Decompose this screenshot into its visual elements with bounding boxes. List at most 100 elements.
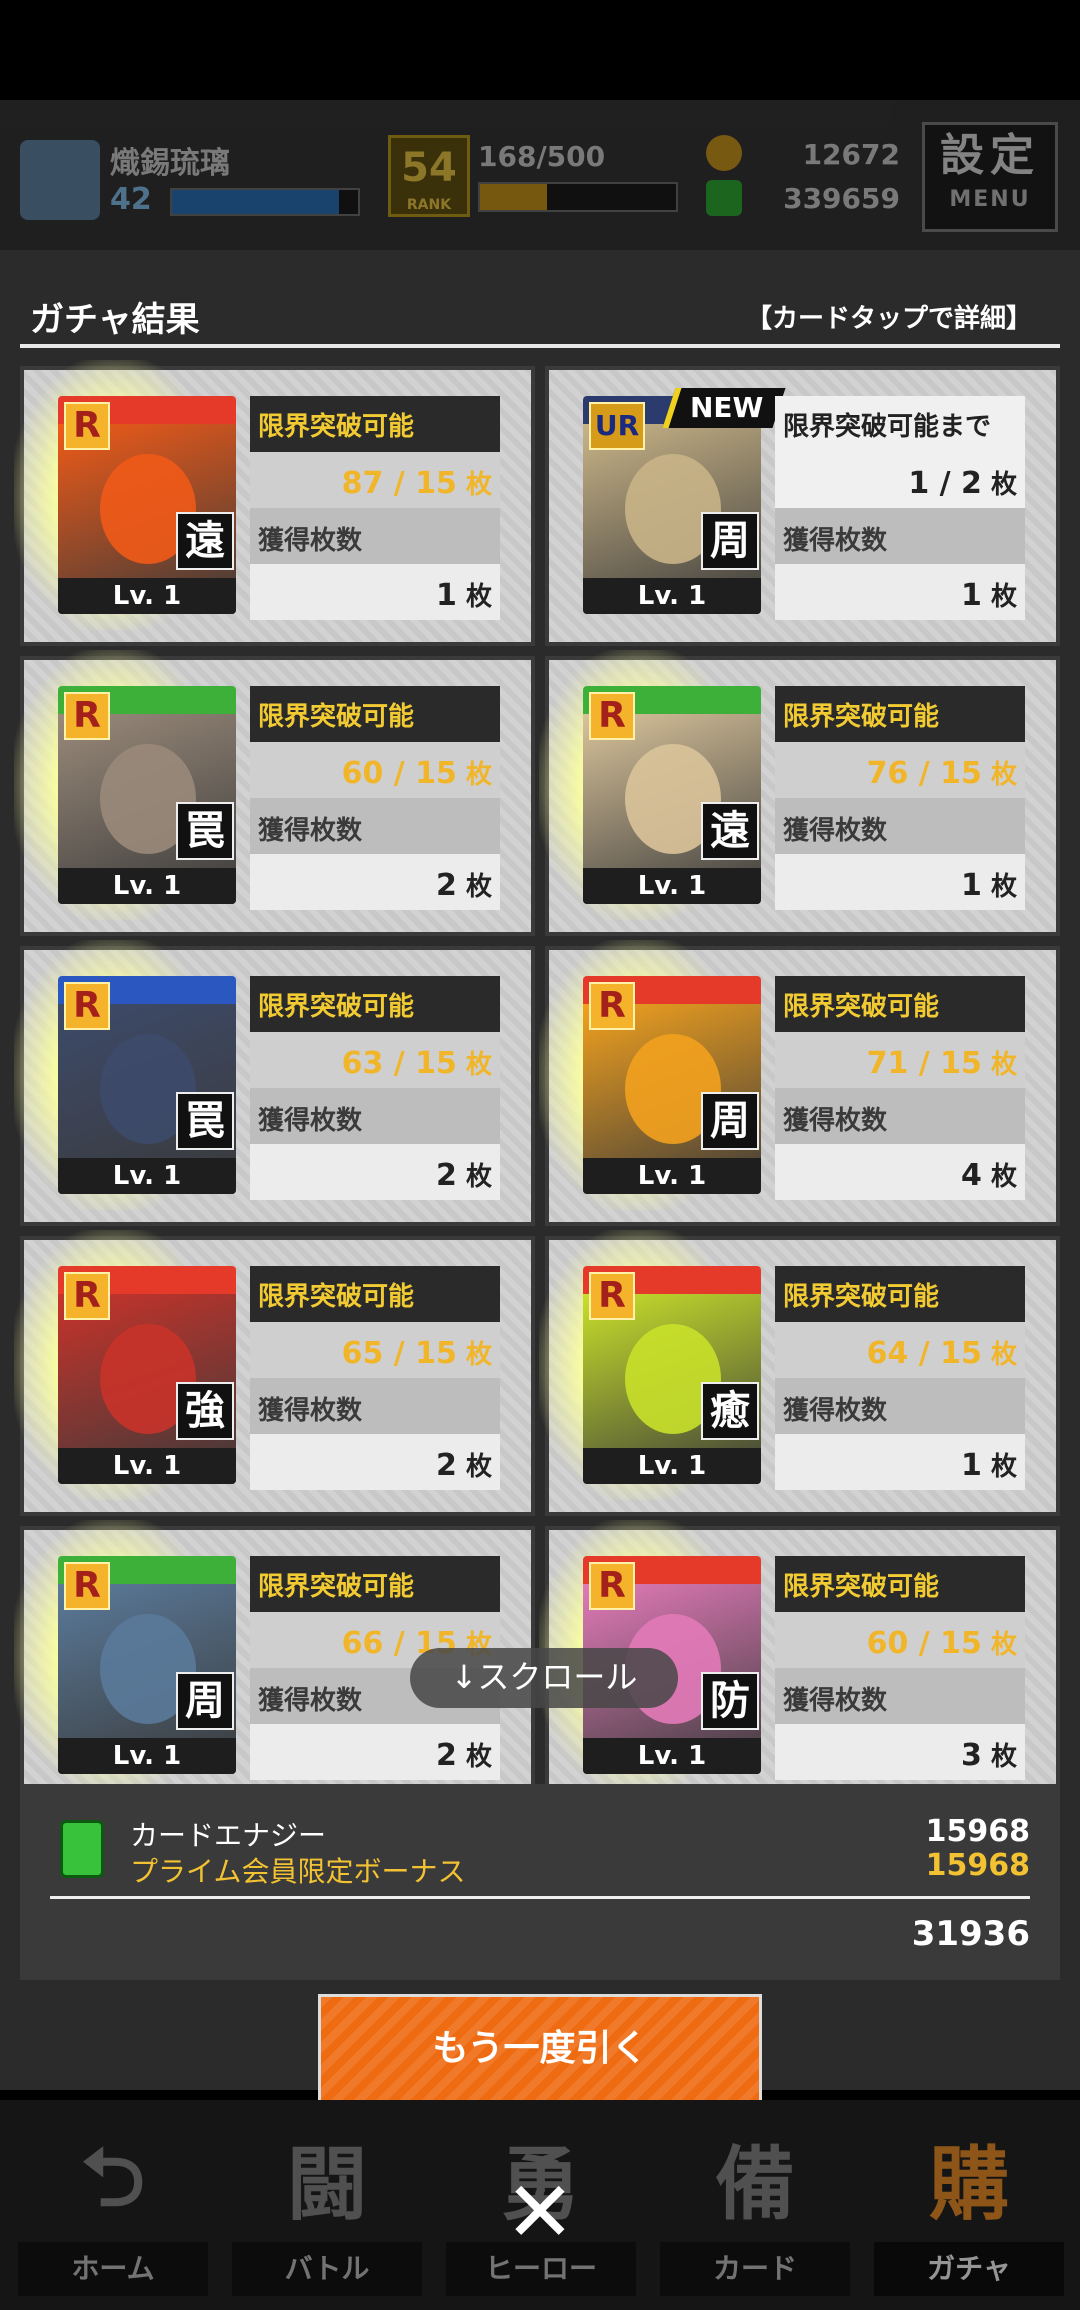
count-unit: 枚	[465, 1340, 492, 1370]
rarity-badge: R	[64, 982, 110, 1030]
acquired-label: 獲得枚数	[775, 798, 1025, 854]
result-card[interactable]: R 強 Lv. 1 限界突破可能 65 / 15 枚獲得枚数 2 枚	[14, 1230, 535, 1516]
stamina-text: 168/500	[478, 140, 606, 173]
progress-value: 65 / 15	[341, 1336, 457, 1371]
card-thumbnail[interactable]: R 癒 Lv. 1	[583, 1266, 761, 1484]
result-card[interactable]: R 遠 Lv. 1 限界突破可能 87 / 15 枚獲得枚数 1 枚	[14, 360, 535, 646]
card-thumbnail[interactable]: R 遠 Lv. 1	[583, 686, 761, 904]
acquired-count: 1 枚	[775, 854, 1025, 910]
rarity-badge: R	[64, 1272, 110, 1320]
limit-break-label: 限界突破可能	[775, 1266, 1025, 1322]
result-card[interactable]: R 癒 Lv. 1 限界突破可能 64 / 15 枚獲得枚数 1 枚	[539, 1230, 1060, 1516]
acquired-value: 2	[436, 1448, 457, 1483]
result-card[interactable]: R 罠 Lv. 1 限界突破可能 60 / 15 枚獲得枚数 2 枚	[14, 650, 535, 936]
energy-total: 31936	[911, 1914, 1030, 1954]
settings-menu-button[interactable]: 設定 MENU	[922, 122, 1058, 232]
count-unit: 枚	[465, 760, 492, 790]
card-type-badge: 周	[701, 1092, 759, 1150]
card-type-badge: 防	[701, 1672, 759, 1730]
rank-badge: 54 RANK	[388, 135, 470, 217]
stamina-bar-fill	[480, 184, 547, 210]
nav-tab-label: ガチャ	[874, 2242, 1064, 2296]
progress-value: 87 / 15	[341, 466, 457, 501]
card-info: 限界突破可能 65 / 15 枚獲得枚数 2 枚	[250, 1266, 500, 1490]
gem-count: 339659	[783, 182, 900, 215]
progress-value: 76 / 15	[866, 756, 982, 791]
acquired-value: 1	[961, 578, 982, 613]
close-icon[interactable]: ✕	[498, 2170, 582, 2254]
draw-again-button[interactable]: もう一度引く	[318, 1994, 762, 2106]
count-unit: 枚	[465, 872, 492, 902]
count-unit: 枚	[990, 1340, 1017, 1370]
nav-tab-icon: ⮌	[80, 2131, 146, 2224]
card-thumbnail[interactable]: R 強 Lv. 1	[58, 1266, 236, 1484]
stamina-bar	[478, 182, 678, 212]
progress-value: 1 / 2	[908, 466, 982, 501]
card-thumbnail[interactable]: UR 周 Lv. 1	[583, 396, 761, 614]
nav-tab[interactable]: 闘バトル	[222, 2110, 432, 2300]
card-type-badge: 周	[701, 512, 759, 570]
acquired-count: 3 枚	[775, 1724, 1025, 1780]
scroll-hint: ↓スクロール	[410, 1648, 678, 1708]
acquired-label: 獲得枚数	[250, 1378, 500, 1434]
count-unit: 枚	[990, 872, 1017, 902]
result-card[interactable]: R 周 Lv. 1 限界突破可能 71 / 15 枚獲得枚数 4 枚	[539, 940, 1060, 1226]
rarity-badge: R	[589, 982, 635, 1030]
limit-break-label: 限界突破可能	[775, 976, 1025, 1032]
result-card[interactable]: R 遠 Lv. 1 限界突破可能 76 / 15 枚獲得枚数 1 枚	[539, 650, 1060, 936]
nav-tab[interactable]: 備カード	[650, 2110, 860, 2300]
limit-break-label: 限界突破可能	[250, 686, 500, 742]
card-thumbnail[interactable]: R 周 Lv. 1	[58, 1556, 236, 1774]
gem-icon	[706, 180, 742, 216]
limit-break-progress: 76 / 15 枚	[775, 742, 1025, 798]
count-unit: 枚	[465, 582, 492, 612]
card-type-badge: 罠	[176, 802, 234, 860]
card-level: Lv. 1	[583, 578, 761, 614]
limit-break-progress: 71 / 15 枚	[775, 1032, 1025, 1088]
top-hud: 熾錫琉璃 42 54 RANK 168/500 12672 339659 設定 M…	[0, 100, 1080, 250]
nav-tab-label: カード	[660, 2242, 850, 2296]
acquired-label: 獲得枚数	[775, 1088, 1025, 1144]
player-name: 熾錫琉璃	[110, 146, 230, 181]
new-badge: NEW	[662, 388, 786, 428]
acquired-value: 1	[961, 1448, 982, 1483]
nav-tab-icon: 購	[929, 2138, 1009, 2231]
nav-tab-icon: 闘	[287, 2138, 367, 2231]
card-thumbnail[interactable]: R 罠 Lv. 1	[58, 686, 236, 904]
count-unit: 枚	[465, 1742, 492, 1772]
card-level: Lv. 1	[583, 1738, 761, 1774]
nav-tab[interactable]: ⮌ ホーム	[8, 2110, 218, 2300]
rank-label: RANK	[406, 197, 452, 213]
acquired-label: 獲得枚数	[775, 1378, 1025, 1434]
limit-break-label: 限界突破可能	[250, 1556, 500, 1612]
acquired-count: 2 枚	[250, 1434, 500, 1490]
progress-value: 60 / 15	[341, 756, 457, 791]
count-unit: 枚	[465, 470, 492, 500]
limit-break-label: 限界突破可能	[250, 1266, 500, 1322]
card-thumbnail[interactable]: R 周 Lv. 1	[583, 976, 761, 1194]
limit-break-label: 限界突破可能まで	[775, 396, 1025, 452]
card-level: Lv. 1	[583, 868, 761, 904]
rarity-badge: R	[589, 692, 635, 740]
card-level: Lv. 1	[58, 578, 236, 614]
modal-hint: 【カードタップで詳細】	[745, 304, 1032, 334]
energy-value: 15968	[925, 1814, 1030, 1849]
card-thumbnail[interactable]: R 罠 Lv. 1	[58, 976, 236, 1194]
bonus-label: プライム会員限定ボーナス	[130, 1855, 466, 1888]
acquired-value: 3	[961, 1738, 982, 1773]
xp-bar	[170, 188, 360, 216]
count-unit: 枚	[990, 470, 1017, 500]
acquired-label: 獲得枚数	[250, 1088, 500, 1144]
nav-tab[interactable]: 購ガチャ	[864, 2110, 1074, 2300]
card-type-badge: 癒	[701, 1382, 759, 1440]
card-info: 限界突破可能 71 / 15 枚獲得枚数 4 枚	[775, 976, 1025, 1200]
nav-tab-label: ホーム	[18, 2242, 208, 2296]
card-thumbnail[interactable]: R 遠 Lv. 1	[58, 396, 236, 614]
result-card[interactable]: UR 周 Lv. 1 NEW 限界突破可能まで 1 / 2 枚獲得枚数 1 枚	[545, 366, 1060, 646]
card-type-badge: 強	[176, 1382, 234, 1440]
result-card[interactable]: R 罠 Lv. 1 限界突破可能 63 / 15 枚獲得枚数 2 枚	[14, 940, 535, 1226]
acquired-value: 1	[961, 868, 982, 903]
player-avatar[interactable]	[20, 140, 100, 220]
card-type-badge: 罠	[176, 1092, 234, 1150]
gacha-result-modal: ガチャ結果 【カードタップで詳細】 R 遠 Lv. 1 限界突破可能 87 / 15 枚…	[0, 250, 1080, 2106]
